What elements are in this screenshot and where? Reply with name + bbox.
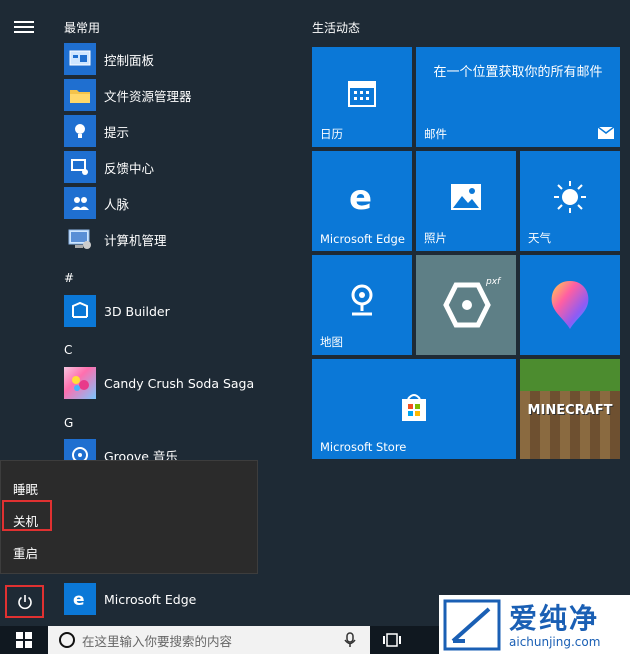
svg-text:e: e [349,179,372,215]
tiles-section-title: 生活动态 [312,21,361,35]
tile-maps[interactable]: 地图 [312,255,412,355]
app-item-file-explorer[interactable]: 文件资源管理器 [64,79,274,111]
tile-mail[interactable]: 在一个位置获取你的所有邮件 邮件 [416,47,620,147]
taskbar-search-box[interactable]: 在这里输入你要搜索的内容 [48,626,370,654]
pxf-text: pxf [486,277,501,287]
minecraft-dirt [520,391,620,459]
mail-icon [598,127,614,139]
most-used-header: 最常用 [64,21,101,35]
cortana-icon [59,632,75,648]
power-menu-shutdown[interactable]: 关机 [13,511,38,530]
computer-management-icon [64,223,96,255]
tile-calendar[interactable]: 日历 [312,47,412,147]
watermark-logo-icon [443,599,501,651]
group-header-c[interactable]: C [64,343,72,357]
pxf-icon [443,282,491,328]
tile-label: 照片 [424,231,447,245]
task-view-button[interactable] [380,630,404,650]
edge-icon: e [64,583,96,615]
minecraft-grass [520,359,620,391]
control-panel-icon [64,43,96,75]
app-item-feedback[interactable]: 反馈中心 [64,151,274,183]
tile-weather[interactable]: 天气 [520,151,620,251]
file-explorer-icon [64,79,96,111]
tile-label: 天气 [528,231,551,245]
watermark-url: aichunjing.com [509,635,601,649]
watermark-title: 爱纯净 [509,602,600,635]
tile-pxf[interactable]: pxf [416,255,516,355]
tile-label: Microsoft Store [320,440,407,454]
store-icon [402,394,426,421]
app-label: 控制面板 [104,52,155,68]
tile-store[interactable]: Microsoft Store [312,359,516,459]
task-view-icon [383,633,401,647]
group-header-g[interactable]: G [64,416,73,430]
tile-minecraft[interactable]: MINECRAFT [520,359,620,459]
watermark: 爱纯净 aichunjing.com [439,595,630,654]
app-label: 人脉 [104,196,130,212]
weather-icon [554,181,586,213]
tips-icon [64,115,96,147]
menu-hamburger-icon[interactable] [14,18,34,34]
app-label: 提示 [104,124,130,140]
group-header-hash[interactable]: # [64,271,74,285]
power-icon [17,594,32,609]
tile-edge[interactable]: e Microsoft Edge [312,151,412,251]
app-label: 计算机管理 [104,232,167,248]
calendar-icon [348,81,376,107]
app-label: 反馈中心 [104,160,155,176]
tile-label: 邮件 [424,127,447,141]
app-item-tips[interactable]: 提示 [64,115,274,147]
search-placeholder: 在这里输入你要搜索的内容 [82,633,233,649]
svg-text:e: e [73,590,85,609]
photos-icon [451,184,481,210]
app-item-people[interactable]: 人脉 [64,187,274,219]
tile-label: 地图 [320,335,343,349]
tile-label: Microsoft Edge [320,232,405,246]
paint3d-icon [551,281,589,329]
windows-logo-icon [16,632,32,648]
feedback-icon [64,151,96,183]
maps-icon [351,284,373,316]
app-label: 3D Builder [104,303,170,319]
candy-crush-icon [64,367,96,399]
power-menu-restart[interactable]: 重启 [13,543,38,562]
app-item-candy-crush[interactable]: Candy Crush Soda Saga [64,367,274,399]
power-button[interactable] [5,585,44,618]
app-item-3d-builder[interactable]: 3D Builder [64,295,274,327]
tile-photos[interactable]: 照片 [416,151,516,251]
app-label: 文件资源管理器 [104,88,192,104]
app-item-computer-management[interactable]: 计算机管理 [64,223,274,255]
power-flyout-menu: 睡眠 关机 重启 [0,460,258,574]
app-label: Candy Crush Soda Saga [104,375,255,391]
minecraft-logo-text: MINECRAFT [527,403,613,418]
app-item-control-panel[interactable]: 控制面板 [64,43,274,75]
people-icon [64,187,96,219]
3d-builder-icon [64,295,96,327]
microphone-icon[interactable] [344,632,356,648]
edge-icon: e [349,179,372,215]
power-menu-sleep[interactable]: 睡眠 [13,479,38,498]
start-button[interactable] [0,626,48,654]
tile-label: 日历 [320,127,343,141]
mail-tile-text: 在一个位置获取你的所有邮件 [433,65,603,80]
app-item-edge-bottom[interactable]: e Microsoft Edge [64,583,274,615]
tile-paint3d[interactable] [520,255,620,355]
app-label: Microsoft Edge [104,591,197,607]
